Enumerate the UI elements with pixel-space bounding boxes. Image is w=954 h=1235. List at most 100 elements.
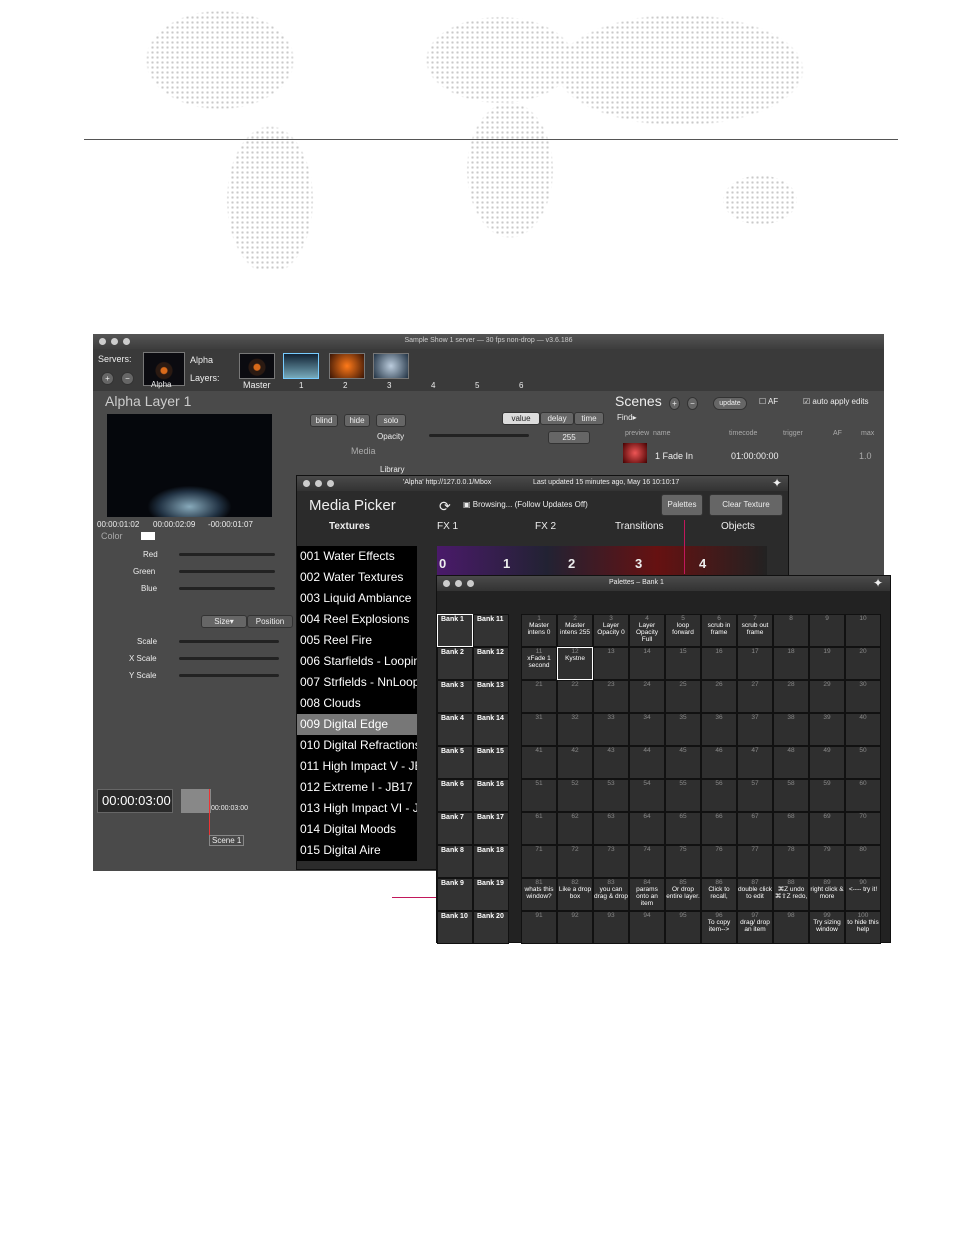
zoom-dot-icon[interactable] (467, 580, 474, 587)
pin-icon[interactable]: ✦ (873, 576, 883, 590)
palette-cell[interactable]: 93 (593, 911, 629, 944)
bank-button[interactable]: Bank 18 (473, 845, 509, 878)
palette-cell[interactable]: 79 (809, 845, 845, 878)
palette-cell[interactable]: 48 (773, 746, 809, 779)
palettes-titlebar[interactable]: Palettes – Bank 1 ✦ (437, 576, 890, 591)
thumbnail-strip[interactable] (437, 546, 767, 576)
texture-list-item[interactable]: 004 Reel Explosions (297, 609, 417, 630)
palette-cell[interactable]: 14 (629, 647, 665, 680)
palette-cell[interactable]: 31 (521, 713, 557, 746)
palette-cell[interactable]: 87 double click to edit (737, 878, 773, 911)
palette-cell[interactable]: 18 (773, 647, 809, 680)
palette-cell[interactable]: 80 (845, 845, 881, 878)
bank-button[interactable]: Bank 3 (437, 680, 473, 713)
playhead[interactable] (209, 789, 210, 839)
bank-button[interactable]: Bank 1 (437, 614, 473, 647)
palette-cell[interactable]: 74 (629, 845, 665, 878)
layer-number-5[interactable]: 5 (475, 381, 479, 390)
palette-cell[interactable]: 98 (773, 911, 809, 944)
palette-cell[interactable]: 75 (665, 845, 701, 878)
texture-list-item[interactable]: 015 Digital Aire (297, 840, 417, 861)
bank-button[interactable]: Bank 19 (473, 878, 509, 911)
palette-cell[interactable]: 84 params onto an item (629, 878, 665, 911)
refresh-icon[interactable]: ⟳ (439, 498, 451, 515)
layer-number-3[interactable]: 3 (387, 381, 391, 390)
palette-cell[interactable]: 3 Layer Opacity 0 (593, 614, 629, 647)
tab-position[interactable]: Position (247, 615, 293, 628)
tab-objects[interactable]: Objects (721, 521, 755, 532)
palettes-button[interactable]: Palettes (661, 494, 703, 516)
palette-cell[interactable]: 60 (845, 779, 881, 812)
palette-cell[interactable]: 78 (773, 845, 809, 878)
red-slider[interactable] (179, 553, 275, 556)
add-scene-icon[interactable]: + (669, 397, 680, 410)
tab-fx-2[interactable]: FX 2 (535, 521, 556, 532)
tab-textures[interactable]: Textures (329, 521, 370, 532)
bank-button[interactable]: Bank 20 (473, 911, 509, 944)
texture-list-item[interactable]: 005 Reel Fire (297, 630, 417, 651)
texture-list-item[interactable]: 006 Starfields - Looping (297, 651, 417, 672)
texture-list-item[interactable]: 001 Water Effects (297, 546, 417, 567)
time-tab[interactable]: time (574, 412, 604, 425)
find-field[interactable]: Find▸ (617, 413, 637, 422)
palette-cell[interactable]: 11 xFade 1 second (521, 647, 557, 680)
palette-cell[interactable]: 63 (593, 812, 629, 845)
palette-cell[interactable]: 22 (557, 680, 593, 713)
palette-cell[interactable]: 54 (629, 779, 665, 812)
palette-cell[interactable]: 50 (845, 746, 881, 779)
palette-cell[interactable]: 12 Kystne (557, 647, 593, 680)
texture-list-item[interactable]: 009 Digital Edge (297, 714, 417, 735)
minimize-dot-icon[interactable] (455, 580, 462, 587)
palette-cell[interactable]: 40 (845, 713, 881, 746)
palette-cell[interactable]: 9 (809, 614, 845, 647)
tab-transitions[interactable]: Transitions (615, 521, 664, 532)
palette-cell[interactable]: 89 right click & more (809, 878, 845, 911)
clear-texture-button[interactable]: Clear Texture (709, 494, 783, 516)
palette-cell[interactable]: 95 (665, 911, 701, 944)
palette-cell[interactable]: 51 (521, 779, 557, 812)
palette-cell[interactable]: 92 (557, 911, 593, 944)
palette-cell[interactable]: 28 (773, 680, 809, 713)
palette-cell[interactable]: 96 To copy item--> (701, 911, 737, 944)
update-button[interactable]: update (713, 397, 747, 410)
scale-slider[interactable] (179, 640, 279, 643)
zoom-dot-icon[interactable] (327, 480, 334, 487)
palette-cell[interactable]: 70 (845, 812, 881, 845)
tab-fx-1[interactable]: FX 1 (437, 521, 458, 532)
timeline-block[interactable] (181, 789, 211, 813)
palette-cell[interactable]: 30 (845, 680, 881, 713)
blue-slider[interactable] (179, 587, 275, 590)
palette-cell[interactable]: 77 (737, 845, 773, 878)
palette-cell[interactable]: 71 (521, 845, 557, 878)
palette-cell[interactable]: 47 (737, 746, 773, 779)
palette-cell[interactable]: 90 <---- try it! (845, 878, 881, 911)
palette-cell[interactable]: 99 Try sizing window (809, 911, 845, 944)
palette-cell[interactable]: 44 (629, 746, 665, 779)
palette-cell[interactable]: 35 (665, 713, 701, 746)
palette-cell[interactable]: 68 (773, 812, 809, 845)
palette-cell[interactable]: 15 (665, 647, 701, 680)
palette-cell[interactable]: 100 to hide this help (845, 911, 881, 944)
bank-button[interactable]: Bank 5 (437, 746, 473, 779)
palette-cell[interactable]: 19 (809, 647, 845, 680)
layer-number-2[interactable]: 2 (343, 381, 347, 390)
bank-button[interactable]: Bank 15 (473, 746, 509, 779)
palette-cell[interactable]: 42 (557, 746, 593, 779)
palette-cell[interactable]: 33 (593, 713, 629, 746)
layer-2-thumb[interactable] (329, 353, 365, 379)
palette-cell[interactable]: 65 (665, 812, 701, 845)
palette-cell[interactable]: 13 (593, 647, 629, 680)
palette-cell[interactable]: 36 (701, 713, 737, 746)
palette-cell[interactable]: 25 (665, 680, 701, 713)
remove-server-icon[interactable]: − (121, 372, 134, 385)
palette-cell[interactable]: 52 (557, 779, 593, 812)
palette-cell[interactable]: 45 (665, 746, 701, 779)
scene-marker[interactable]: Scene 1 (209, 835, 245, 846)
palette-cell[interactable]: 10 (845, 614, 881, 647)
layer-number-4[interactable]: 4 (431, 381, 435, 390)
palette-cell[interactable]: 1 Master intens 0 (521, 614, 557, 647)
title-bar[interactable]: Sample Show 1 server — 30 fps non-drop —… (93, 334, 884, 349)
palette-cell[interactable]: 8 (773, 614, 809, 647)
bank-button[interactable]: Bank 9 (437, 878, 473, 911)
palette-cell[interactable]: 32 (557, 713, 593, 746)
